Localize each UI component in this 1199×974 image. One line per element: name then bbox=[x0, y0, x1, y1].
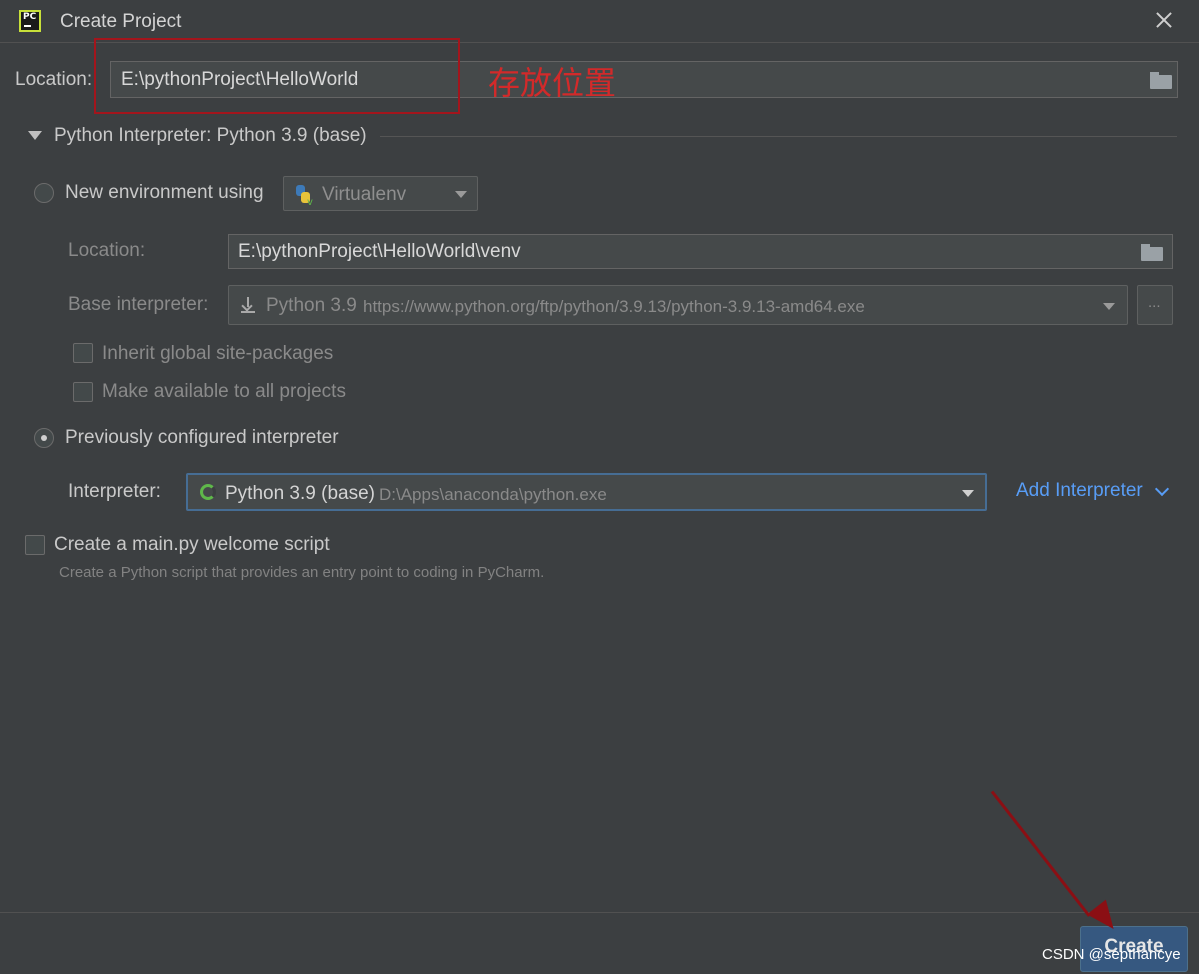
interpreter-path: D:\Apps\anaconda\python.exe bbox=[379, 485, 607, 504]
interpreter-label: Interpreter: bbox=[68, 481, 161, 502]
browse-button[interactable]: ... bbox=[1137, 285, 1173, 325]
new-environment-label[interactable]: New environment using bbox=[65, 182, 264, 204]
browse-label: ... bbox=[1148, 294, 1161, 311]
conda-spinner-icon bbox=[200, 484, 216, 500]
new-environment-radio[interactable] bbox=[34, 183, 54, 203]
interpreter-name: Python 3.9 (base) bbox=[225, 483, 375, 504]
section-divider bbox=[380, 136, 1177, 137]
previously-configured-label[interactable]: Previously configured interpreter bbox=[65, 427, 339, 449]
close-icon[interactable] bbox=[1153, 9, 1175, 31]
venv-location-input[interactable]: E:\pythonProject\HelloWorld\venv bbox=[228, 234, 1173, 269]
interpreter-section-header[interactable]: Python Interpreter: Python 3.9 (base) bbox=[54, 125, 367, 147]
pycharm-logo-icon: PC bbox=[19, 10, 41, 32]
make-available-label[interactable]: Make available to all projects bbox=[102, 381, 346, 403]
annotation-box bbox=[94, 38, 460, 114]
download-icon bbox=[241, 297, 255, 313]
annotation-text: 存放位置 bbox=[488, 64, 617, 102]
chevron-down-icon bbox=[962, 490, 974, 497]
make-available-checkbox[interactable] bbox=[73, 382, 93, 402]
base-interpreter-name: Python 3.9 bbox=[266, 295, 357, 316]
chevron-down-icon[interactable] bbox=[1154, 481, 1170, 497]
environment-tool-value: Virtualenv bbox=[322, 184, 407, 205]
inherit-checkbox[interactable] bbox=[73, 343, 93, 363]
previously-configured-radio[interactable] bbox=[34, 428, 54, 448]
location-label: Location: bbox=[15, 69, 93, 90]
watermark: CSDN @septhancye bbox=[1042, 946, 1181, 963]
annotation-arrow bbox=[990, 790, 1091, 917]
welcome-script-label[interactable]: Create a main.py welcome script bbox=[54, 534, 330, 556]
chevron-down-icon bbox=[455, 191, 467, 198]
welcome-script-hint: Create a Python script that provides an … bbox=[59, 564, 545, 581]
folder-icon[interactable] bbox=[1150, 72, 1172, 89]
chevron-down-icon bbox=[1103, 303, 1115, 310]
footer-divider bbox=[0, 912, 1199, 913]
venv-location-label: Location: bbox=[68, 240, 146, 261]
base-interpreter-url: https://www.python.org/ftp/python/3.9.13… bbox=[363, 297, 865, 316]
base-interpreter-label: Base interpreter: bbox=[68, 294, 209, 315]
collapse-triangle-icon[interactable] bbox=[28, 131, 42, 140]
window-title: Create Project bbox=[60, 11, 182, 32]
venv-location-value: E:\pythonProject\HelloWorld\venv bbox=[238, 241, 521, 262]
svg-text:v: v bbox=[307, 197, 313, 206]
interpreter-select[interactable]: Python 3.9 (base) D:\Apps\anaconda\pytho… bbox=[186, 473, 987, 511]
add-interpreter-link[interactable]: Add Interpreter bbox=[1016, 480, 1143, 502]
folder-icon[interactable] bbox=[1141, 244, 1163, 261]
inherit-label[interactable]: Inherit global site-packages bbox=[102, 343, 333, 365]
environment-tool-select[interactable]: v Virtualenv bbox=[283, 176, 478, 211]
welcome-script-checkbox[interactable] bbox=[25, 535, 45, 555]
python-virtualenv-icon: v bbox=[296, 185, 313, 206]
base-interpreter-select[interactable]: Python 3.9 https://www.python.org/ftp/py… bbox=[228, 285, 1128, 325]
